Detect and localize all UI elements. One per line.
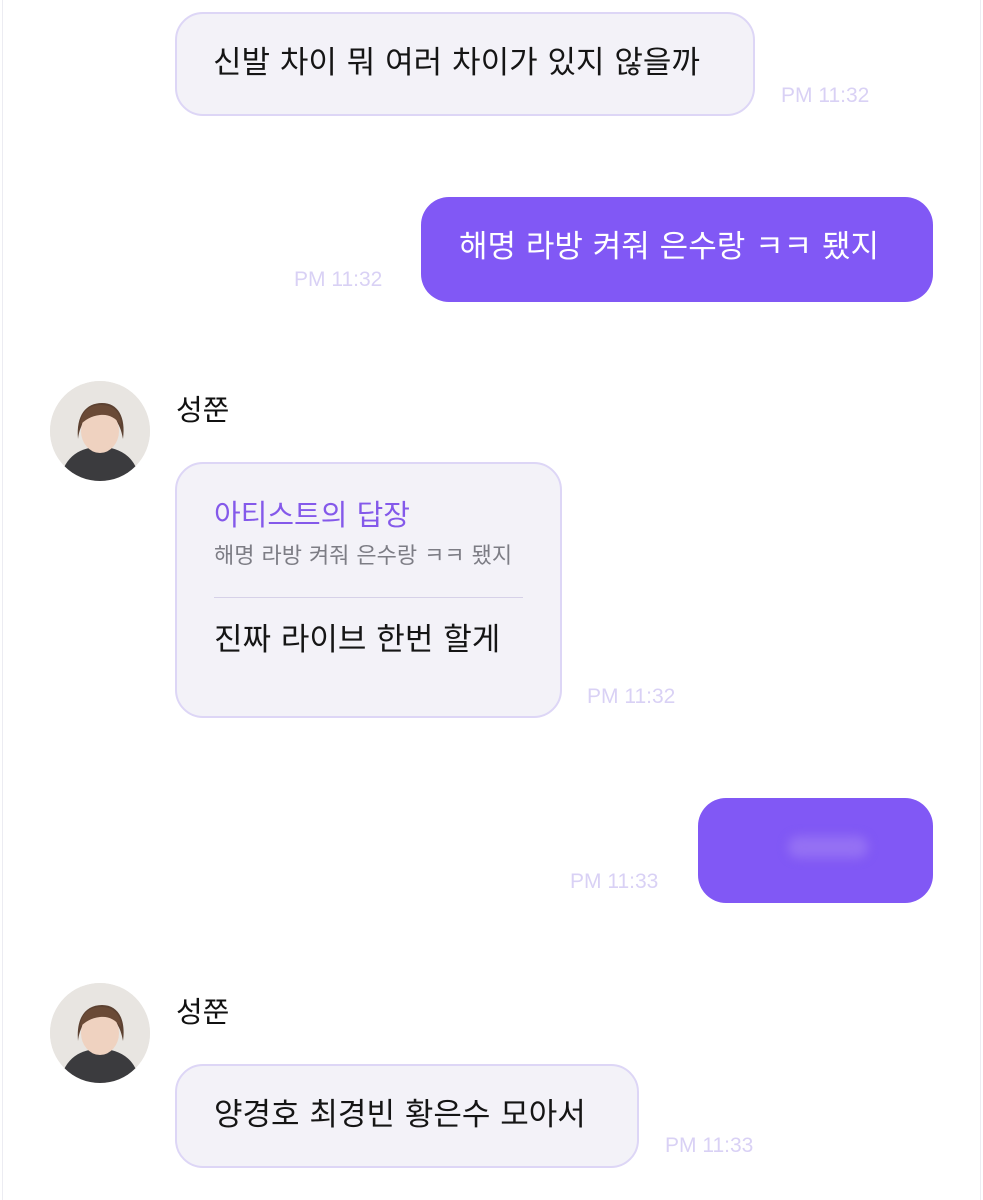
message-timestamp: PM 11:33 xyxy=(665,1134,754,1157)
artist-reply-label: 아티스트의 답장 xyxy=(214,498,410,532)
message-bubble-outgoing-hidden[interactable] xyxy=(698,798,933,903)
message-timestamp: PM 11:32 xyxy=(781,84,870,107)
sender-avatar[interactable] xyxy=(50,983,150,1083)
message-timestamp: PM 11:32 xyxy=(587,685,676,708)
reply-divider xyxy=(214,597,523,598)
message-text: 해명 라방 켜줘 은수랑 ㅋㅋ 됐지 xyxy=(459,229,880,265)
reply-message-bubble[interactable]: 아티스트의 답장 해명 라방 켜줘 은수랑 ㅋㅋ 됐지 진짜 라이브 한번 할게 xyxy=(175,462,562,718)
profile-photo-icon xyxy=(50,381,150,481)
message-text: 양경호 최경빈 황은수 모아서 xyxy=(214,1097,586,1133)
message-bubble-incoming[interactable]: 신발 차이 뭐 여러 차이가 있지 않을까 xyxy=(175,12,755,116)
message-timestamp: PM 11:32 xyxy=(294,268,383,291)
sender-name: 성쭌 xyxy=(176,995,230,1029)
message-text: 신발 차이 뭐 여러 차이가 있지 않을까 xyxy=(213,45,700,81)
quoted-message-text: 해명 라방 켜줘 은수랑 ㅋㅋ 됐지 xyxy=(214,544,513,569)
right-edge-divider xyxy=(980,0,981,1200)
hidden-content-blur xyxy=(788,836,868,858)
sender-name: 성쭌 xyxy=(176,393,230,427)
message-text: 진짜 라이브 한번 할게 xyxy=(214,622,501,658)
profile-photo-icon xyxy=(50,983,150,1083)
message-bubble-outgoing[interactable]: 해명 라방 켜줘 은수랑 ㅋㅋ 됐지 xyxy=(421,197,933,302)
left-edge-divider xyxy=(2,0,3,1200)
message-timestamp: PM 11:33 xyxy=(570,870,659,893)
message-bubble-incoming[interactable]: 양경호 최경빈 황은수 모아서 xyxy=(175,1064,639,1168)
sender-avatar[interactable] xyxy=(50,381,150,481)
